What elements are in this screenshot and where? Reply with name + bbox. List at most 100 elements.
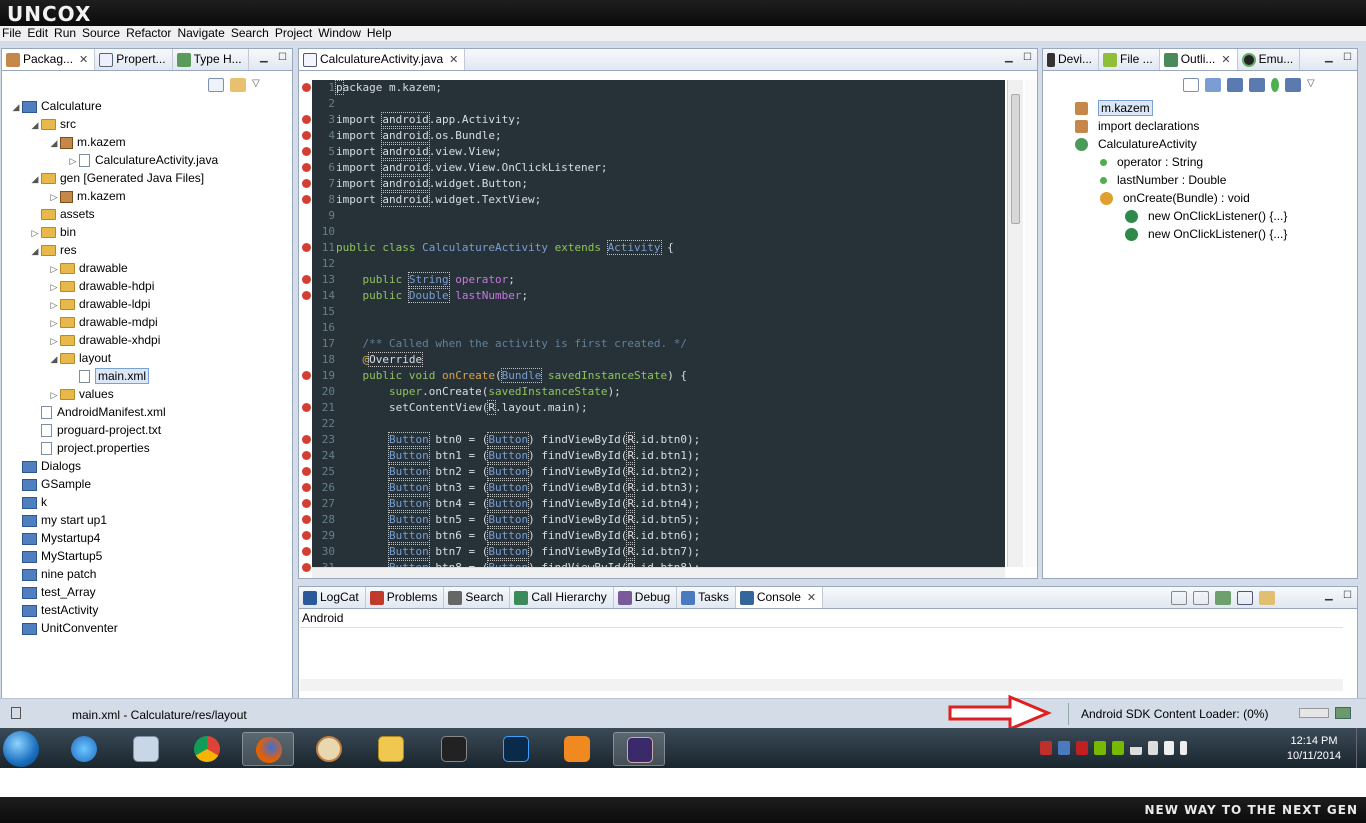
error-marker-icon[interactable] [302, 147, 311, 156]
clear-console-icon[interactable] [1171, 590, 1187, 605]
tab-package-explorer[interactable]: Packag... ✕ [2, 49, 96, 70]
open-console-icon[interactable] [1259, 590, 1275, 605]
tree-item[interactable]: ▷ CalculatureActivity.java [2, 151, 292, 169]
taskbar-media-player-classic[interactable] [428, 732, 480, 766]
minimize-icon[interactable]: ▁ [1005, 52, 1013, 63]
code-line[interactable]: 7import android.widget.Button; [312, 176, 1005, 192]
code-line[interactable]: 29 Button btn6 = (Button) findViewById(R… [312, 528, 1005, 544]
code-line[interactable]: 31 Button btn8 = (Button) findViewById(R… [312, 560, 1005, 567]
tree-item[interactable]: ◢ gen [Generated Java Files] [2, 169, 292, 187]
sort-icon[interactable] [1205, 77, 1221, 92]
tree-item[interactable]: ▷ bin [2, 223, 292, 241]
code-line[interactable]: 6import android.view.View.OnClickListene… [312, 160, 1005, 176]
close-icon[interactable]: ✕ [449, 54, 458, 66]
update-icon[interactable] [1076, 740, 1088, 755]
tab-emulator[interactable]: Emu... [1238, 49, 1301, 70]
taskbar-eclipse[interactable] [613, 732, 665, 766]
expand-toggle-icon[interactable]: ▷ [48, 314, 60, 332]
tree-item[interactable]: proguard-project.txt [2, 421, 292, 439]
link-editor-icon[interactable] [230, 77, 246, 92]
menu-item-project[interactable]: Project [275, 26, 312, 40]
error-marker-icon[interactable] [302, 131, 311, 140]
close-icon[interactable]: ✕ [807, 592, 816, 604]
code-line[interactable]: 12 [312, 256, 1005, 272]
tree-item[interactable]: ◢ Calculature [2, 97, 292, 115]
tree-item[interactable]: ▷ drawable [2, 259, 292, 277]
minimize-icon[interactable]: ▁ [260, 52, 268, 63]
code-line[interactable]: 10 [312, 224, 1005, 240]
tree-item[interactable]: ▷ drawable-hdpi [2, 277, 292, 295]
error-marker-icon[interactable] [302, 275, 311, 284]
expand-toggle-icon[interactable]: ▷ [48, 260, 60, 278]
battery-icon[interactable] [1180, 740, 1187, 755]
tree-item[interactable]: ▷ drawable-xhdpi [2, 331, 292, 349]
outline-item[interactable]: import declarations [1043, 117, 1357, 135]
error-marker-icon[interactable] [302, 499, 311, 508]
scroll-lock-icon[interactable] [1193, 590, 1209, 605]
expand-toggle-icon[interactable]: ◢ [29, 116, 41, 134]
collapse-all-icon[interactable] [208, 77, 224, 92]
expand-toggle-icon[interactable]: ▷ [48, 188, 60, 206]
view-menu-icon[interactable]: ▽ [252, 78, 262, 92]
minimize-icon[interactable]: ▁ [1325, 590, 1333, 601]
tab-call-hierarchy[interactable]: Call Hierarchy [510, 587, 614, 608]
expand-toggle-icon[interactable]: ▷ [48, 296, 60, 314]
minimize-icon[interactable]: ▁ [1325, 52, 1333, 63]
error-marker-icon[interactable] [302, 371, 311, 380]
tree-item[interactable]: my start up1 [2, 511, 292, 529]
taskbar-calculator[interactable] [120, 732, 172, 766]
code-line[interactable]: 1package m.kazem; [312, 80, 1005, 96]
taskbar-chrome[interactable] [181, 732, 233, 766]
show-desktop-button[interactable] [1356, 728, 1366, 768]
tab-devices[interactable]: Devi... [1043, 49, 1100, 70]
menu-item-search[interactable]: Search [231, 26, 269, 40]
taskbar-explorer[interactable] [365, 732, 417, 766]
close-icon[interactable]: ✕ [1221, 54, 1230, 66]
tree-item[interactable]: ◢ layout [2, 349, 292, 367]
tree-item[interactable]: AndroidManifest.xml [2, 403, 292, 421]
code-line[interactable]: 25 Button btn2 = (Button) findViewById(R… [312, 464, 1005, 480]
code-line[interactable]: 19 public void onCreate(Bundle savedInst… [312, 368, 1005, 384]
tree-item[interactable]: UnitConventer [2, 619, 292, 637]
tab-outline[interactable]: Outli... ✕ [1159, 49, 1238, 70]
taskbar-ie[interactable] [58, 732, 110, 766]
nvidia-icon[interactable] [1094, 740, 1106, 755]
expand-toggle-icon[interactable]: ▷ [29, 224, 41, 242]
expand-toggle-icon[interactable]: ◢ [48, 350, 60, 368]
error-marker-icon[interactable] [302, 451, 311, 460]
error-marker-icon[interactable] [302, 243, 311, 252]
tab-type-hierarchy[interactable]: Type H... [173, 49, 249, 70]
taskbar-paint[interactable] [303, 732, 355, 766]
tree-item[interactable]: ◢ m.kazem [2, 133, 292, 151]
clock[interactable]: 12:14 PM 10/11/2014 [1276, 734, 1352, 764]
menu-item-run[interactable]: Run [54, 26, 76, 40]
code-line[interactable]: 14 public Double lastNumber; [312, 288, 1005, 304]
code-line[interactable]: 21 setContentView(R.layout.main); [312, 400, 1005, 416]
maximize-icon[interactable]: ☐ [1023, 52, 1032, 63]
network-tray-icon[interactable] [1058, 740, 1070, 755]
tree-item[interactable]: GSample [2, 475, 292, 493]
tree-item[interactable]: MyStartup5 [2, 547, 292, 565]
code-line[interactable]: 5import android.view.View; [312, 144, 1005, 160]
scrollbar-thumb[interactable] [1011, 94, 1020, 224]
code-line[interactable]: 3import android.app.Activity; [312, 112, 1005, 128]
expand-toggle-icon[interactable]: ▷ [48, 332, 60, 350]
collapse-all-icon[interactable] [1183, 77, 1199, 92]
hide-static-icon[interactable] [1249, 77, 1265, 92]
progress-view-icon[interactable] [1335, 707, 1351, 719]
code-line[interactable]: 4import android.os.Bundle; [312, 128, 1005, 144]
error-marker-icon[interactable] [302, 435, 311, 444]
tab-editor-file[interactable]: CalculatureActivity.java ✕ [299, 49, 466, 70]
hide-nonpublic-icon[interactable] [1271, 77, 1279, 92]
tree-item[interactable]: project.properties [2, 439, 292, 457]
menu-item-source[interactable]: Source [82, 26, 120, 40]
expand-toggle-icon[interactable]: ▷ [48, 278, 60, 296]
code-line[interactable]: 27 Button btn4 = (Button) findViewById(R… [312, 496, 1005, 512]
expand-toggle-icon[interactable]: ◢ [29, 170, 41, 188]
tab-debug[interactable]: Debug [614, 587, 678, 608]
tree-item[interactable]: ▷ m.kazem [2, 187, 292, 205]
nvidia-settings-icon[interactable] [1112, 740, 1124, 755]
tree-item[interactable]: ▷ drawable-mdpi [2, 313, 292, 331]
outline-item[interactable]: new OnClickListener() {...} [1043, 225, 1357, 243]
error-marker-icon[interactable] [302, 563, 311, 572]
